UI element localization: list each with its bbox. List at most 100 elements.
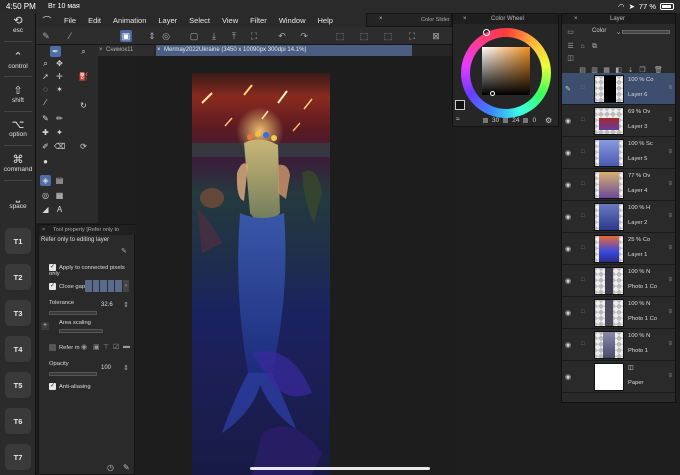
- pencil-tool-icon[interactable]: ✏: [54, 113, 65, 124]
- layer-row-layer-1[interactable]: ◉ □ 25 % Co Layer 1 ≡: [562, 233, 675, 265]
- refer-multiple-row[interactable]: ✓Refer m: [49, 344, 80, 351]
- close-icon[interactable]: ×: [99, 45, 103, 56]
- layer-row-layer-3[interactable]: ◉ □ 69 % Ov Layer 3 ≡: [562, 105, 675, 137]
- watercolor-icon[interactable]: ✐: [40, 141, 51, 152]
- layer-menu-icon[interactable]: ≡: [668, 85, 672, 91]
- esc-key[interactable]: ⟲ esc: [0, 15, 36, 34]
- sat-value[interactable]: 24: [512, 117, 519, 124]
- airbrush-icon[interactable]: ✚: [40, 127, 51, 138]
- tab-snapshot[interactable]: × Снимок11: [98, 45, 154, 56]
- opacity-slider[interactable]: [622, 30, 670, 34]
- layer-row-layer-6[interactable]: ✎ □ 100 % Co Layer 6 ≡: [562, 73, 675, 105]
- current-color-swatch[interactable]: [455, 100, 465, 110]
- clip-icon[interactable]: ⧉: [590, 42, 599, 51]
- sv-marker[interactable]: [490, 91, 495, 96]
- gradient-tool-icon[interactable]: ▤: [54, 175, 65, 186]
- deselect-icon[interactable]: ⬚: [358, 30, 370, 42]
- apply-connected-checkbox[interactable]: ✓: [49, 264, 56, 271]
- quick-button-t3[interactable]: T3: [5, 300, 31, 326]
- layer-menu-icon[interactable]: ≡: [668, 181, 672, 187]
- shift-key[interactable]: ⇧ shift: [0, 85, 36, 104]
- ruler-tool-icon[interactable]: ◢: [40, 204, 51, 215]
- magic-wand-icon[interactable]: ✶: [54, 84, 65, 95]
- swap-colors-icon[interactable]: ≈: [456, 116, 460, 123]
- layer-menu-icon[interactable]: ≡: [668, 341, 672, 347]
- stepper-icon[interactable]: ⇕: [146, 30, 158, 42]
- quick-button-t1[interactable]: T1: [5, 228, 31, 254]
- reset-icon[interactable]: ◷: [107, 463, 114, 472]
- gap-option[interactable]: [107, 280, 115, 292]
- all-layers-icon[interactable]: ◉: [81, 343, 87, 351]
- menu-window[interactable]: Window: [273, 16, 312, 25]
- import-icon[interactable]: ⤓: [208, 30, 220, 42]
- transform-tool-icon[interactable]: ✛: [54, 71, 65, 82]
- menu-view[interactable]: View: [216, 16, 244, 25]
- lock-toggle[interactable]: □: [581, 277, 585, 283]
- menu-edit[interactable]: Edit: [82, 16, 107, 25]
- layer-row-photo-1-copy-2[interactable]: ◉ □ 100 % N Photo 1 Co ≡: [562, 297, 675, 329]
- lock-toggle[interactable]: □: [581, 181, 585, 187]
- home-indicator[interactable]: [250, 467, 430, 470]
- antialiasing-row[interactable]: ✓ Anti-aliasing: [49, 383, 91, 390]
- quick-button-t2[interactable]: T2: [5, 264, 31, 290]
- tolerance-slider[interactable]: [49, 311, 97, 315]
- layer-menu-icon[interactable]: ≡: [668, 245, 672, 251]
- area-scaling-slider[interactable]: [59, 329, 103, 333]
- expand-plus-icon[interactable]: +: [41, 322, 49, 330]
- option-key[interactable]: ⌥ option: [0, 119, 36, 138]
- quick-button-t7[interactable]: T7: [5, 444, 31, 470]
- layer-row-photo-1[interactable]: ◉ □ 100 % N Photo 1 ≡: [562, 329, 675, 361]
- gap-option[interactable]: [100, 280, 107, 292]
- menu-file[interactable]: File: [58, 16, 82, 25]
- close-icon[interactable]: ×: [574, 14, 578, 24]
- quick-button-t5[interactable]: T5: [5, 372, 31, 398]
- decoration-tool-icon[interactable]: ✦: [54, 127, 65, 138]
- reference-icon[interactable]: ◎: [160, 30, 172, 42]
- close-icon[interactable]: ×: [379, 16, 383, 22]
- eye-icon[interactable]: ◉: [565, 277, 571, 285]
- eye-icon[interactable]: ◉: [565, 245, 571, 253]
- layer-menu-icon[interactable]: ≡: [668, 117, 672, 123]
- reference-layer-icon[interactable]: ▣: [93, 343, 100, 351]
- selected-layers-icon[interactable]: ⊤: [103, 343, 109, 351]
- stepper-icon[interactable]: ⇕: [123, 364, 129, 372]
- magnifier-icon[interactable]: ⌕: [40, 58, 51, 69]
- eye-icon[interactable]: ◉: [565, 149, 571, 157]
- menu-icon[interactable]: ☰: [566, 42, 575, 51]
- chevron-right-icon[interactable]: ›: [122, 280, 129, 292]
- close-gap-options[interactable]: ›: [85, 280, 129, 292]
- menu-animation[interactable]: Animation: [107, 16, 152, 25]
- layer-menu-icon[interactable]: ≡: [668, 309, 672, 315]
- settings-wrench-icon[interactable]: ✎: [123, 463, 130, 472]
- lock-toggle[interactable]: □: [581, 85, 585, 91]
- close-icon[interactable]: ×: [42, 225, 45, 235]
- tolerance-value[interactable]: 32.6: [101, 302, 113, 308]
- layer-menu-icon[interactable]: ≡: [668, 213, 672, 219]
- history-icon[interactable]: ⟳: [78, 141, 89, 152]
- opacity-value[interactable]: 100: [101, 365, 111, 371]
- layer-menu-icon[interactable]: ≡: [668, 277, 672, 283]
- blend-mode-select[interactable]: Color: [592, 28, 606, 34]
- saturation-value-square[interactable]: [482, 47, 530, 95]
- close-gap-row[interactable]: ✓ Close gap: [49, 283, 85, 290]
- layer-row-photo-1-copy[interactable]: ◉ □ 100 % N Photo 1 Co ≡: [562, 265, 675, 297]
- move-tool-icon[interactable]: ✥: [54, 58, 65, 69]
- layer-menu-icon[interactable]: ≡: [668, 149, 672, 155]
- lasso-tool-icon[interactable]: ◌: [40, 84, 51, 95]
- folder-icon[interactable]: ▬: [123, 343, 130, 350]
- lock-toggle[interactable]: □: [581, 309, 585, 315]
- arrow-tool-icon[interactable]: ➚: [40, 71, 51, 82]
- val-value[interactable]: 0: [532, 117, 536, 124]
- select-all-icon[interactable]: ⬚: [334, 30, 346, 42]
- close-icon[interactable]: ×: [157, 45, 161, 56]
- layer-row-paper[interactable]: ◉ ◫ Paper ≡: [562, 361, 675, 393]
- figure-tool-icon[interactable]: ◎: [40, 190, 51, 201]
- layer-menu-icon[interactable]: ≡: [668, 373, 672, 379]
- menu-select[interactable]: Select: [183, 16, 216, 25]
- fill-tool-icon[interactable]: ▣: [120, 30, 132, 42]
- tab-mermay[interactable]: × Mermay2022Ukraine (3450 x 10090px 300d…: [156, 45, 412, 56]
- lock-toggle[interactable]: □: [581, 341, 585, 347]
- layer-row-layer-4[interactable]: ◉ □ 77 % Ov Layer 4 ≡: [562, 169, 675, 201]
- stepper-icon[interactable]: ⇕: [123, 301, 129, 309]
- fill-bucket-icon[interactable]: ⛽: [78, 71, 89, 82]
